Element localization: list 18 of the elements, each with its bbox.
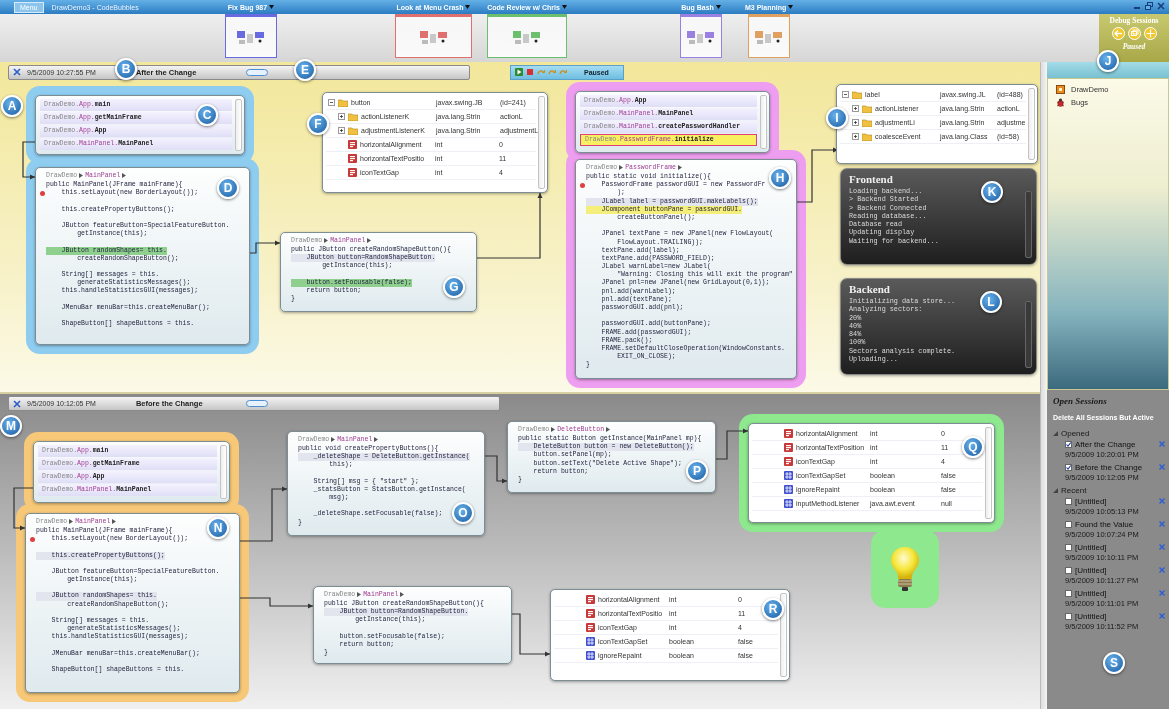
session-name[interactable]: Found the Value xyxy=(1075,519,1134,529)
sessions-title: Open Sessions xyxy=(1053,396,1108,406)
console-title: Backend xyxy=(849,283,891,297)
session-name[interactable]: [Untitled] xyxy=(1075,542,1107,552)
group-label: Opened xyxy=(1061,429,1090,438)
callout-marker: A xyxy=(1,95,23,117)
session-name[interactable]: [Untitled] xyxy=(1075,496,1107,506)
session-name[interactable]: [Untitled] xyxy=(1075,611,1107,621)
console-title: Frontend xyxy=(849,173,894,187)
session-name[interactable]: Before the Change xyxy=(1075,462,1143,472)
group-label: Recent xyxy=(1061,486,1087,495)
callout-marker: S xyxy=(1103,652,1125,674)
session-name[interactable]: [Untitled] xyxy=(1075,588,1107,598)
session-name[interactable]: After the Change xyxy=(1075,439,1136,449)
callout-marker: M xyxy=(0,415,22,437)
callout-marker: F xyxy=(307,113,329,135)
callout-marker: I xyxy=(826,107,848,129)
session-name[interactable]: [Untitled] xyxy=(1075,565,1107,575)
